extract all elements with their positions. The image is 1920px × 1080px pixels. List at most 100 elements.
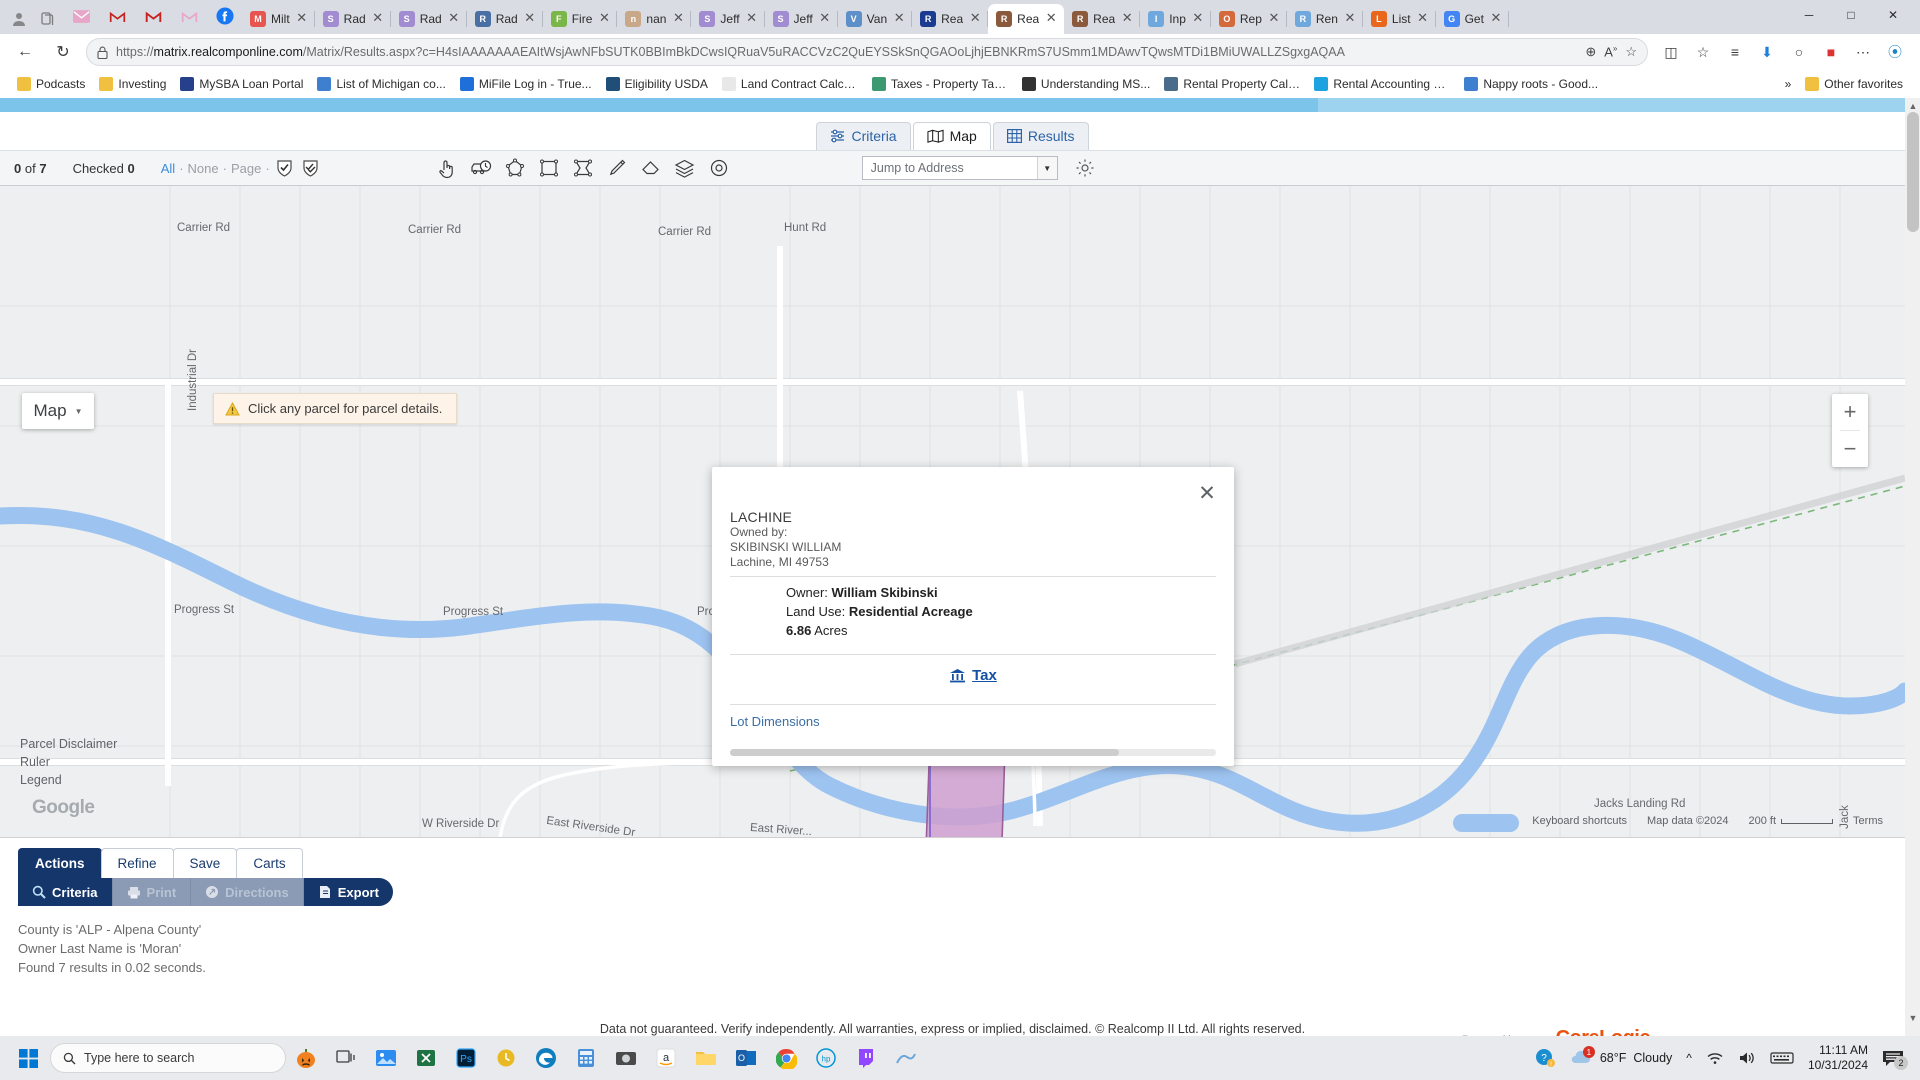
edge-icon[interactable]	[526, 1038, 566, 1078]
bookmark-item[interactable]: Nappy roots - Good...	[1457, 75, 1605, 93]
calculator-icon[interactable]	[566, 1038, 606, 1078]
bookmarks-overflow-button[interactable]: »	[1778, 75, 1799, 93]
tab-close-icon[interactable]: ✕	[671, 11, 685, 26]
bookmark-item[interactable]: Rental Accounting S...	[1307, 75, 1457, 93]
browser-tab[interactable]: R Rea ✕	[988, 4, 1065, 34]
select-none-link[interactable]: None	[188, 161, 219, 176]
browser-tab[interactable]: L List ✕	[1363, 4, 1436, 34]
halloween-icon[interactable]	[286, 1038, 326, 1078]
folder-icon[interactable]	[686, 1038, 726, 1078]
browser-tab[interactable]: S Jeff ✕	[765, 4, 838, 34]
pan-hand-icon[interactable]	[434, 155, 460, 181]
bookmark-item[interactable]: Eligibility USDA	[599, 75, 715, 93]
bookmark-item[interactable]: Investing	[92, 75, 173, 93]
ruler-link[interactable]: Ruler	[20, 753, 117, 771]
taskbar-clock[interactable]: 11:11 AM 10/31/2024	[1808, 1043, 1868, 1073]
other-favorites-button[interactable]: Other favorites	[1798, 75, 1910, 93]
outlook-icon[interactable]: O	[726, 1038, 766, 1078]
twitch-icon[interactable]	[846, 1038, 886, 1078]
checkmark-shield-all-icon[interactable]	[300, 157, 322, 179]
camera-icon[interactable]	[606, 1038, 646, 1078]
select-page-link[interactable]: Page	[231, 161, 261, 176]
pinned-tab-gmail-4[interactable]	[172, 2, 206, 30]
hp-icon[interactable]: hp	[806, 1038, 846, 1078]
help-icon[interactable]: ?!	[1535, 1048, 1555, 1068]
task-view-icon[interactable]	[326, 1038, 366, 1078]
browser-tab[interactable]: O Rep ✕	[1211, 4, 1287, 34]
pencil-icon[interactable]	[604, 155, 630, 181]
copilot-icon[interactable]: ⦿	[1880, 38, 1910, 66]
target-icon[interactable]	[706, 155, 732, 181]
tab-close-icon[interactable]: ✕	[1191, 11, 1205, 26]
taskbar-search[interactable]: Type here to search	[50, 1043, 286, 1073]
page-scrollbar[interactable]: ▲ ▼	[1905, 98, 1920, 1070]
criteria-button[interactable]: Criteria	[18, 878, 112, 906]
pinned-tab-gmail-1[interactable]	[64, 2, 98, 30]
tab-close-icon[interactable]: ✕	[745, 11, 759, 26]
zoom-in-button[interactable]: +	[1832, 394, 1868, 430]
tab-close-icon[interactable]: ✕	[447, 11, 461, 26]
close-icon[interactable]: ✕	[1194, 480, 1220, 506]
tab-close-icon[interactable]: ✕	[1489, 11, 1503, 26]
favorite-star-icon[interactable]: ☆	[1625, 44, 1637, 60]
tab-criteria[interactable]: Criteria	[816, 122, 911, 150]
tab-map[interactable]: Map	[912, 122, 991, 150]
bookmark-item[interactable]: MySBA Loan Portal	[173, 75, 310, 93]
chevron-down-icon[interactable]: ▼	[1036, 157, 1057, 179]
jump-to-address-input[interactable]: Jump to Address ▼	[861, 156, 1058, 180]
action-tab-actions[interactable]: Actions	[18, 848, 102, 878]
rectangle-icon[interactable]	[536, 155, 562, 181]
browser-essentials-icon[interactable]: ○	[1784, 38, 1814, 66]
tab-close-icon[interactable]: ✕	[1343, 11, 1357, 26]
start-button[interactable]	[6, 1038, 50, 1078]
bookmark-item[interactable]: Rental Property Calc...	[1157, 75, 1307, 93]
terms-link[interactable]: Terms	[1853, 815, 1883, 827]
browser-menu-icon[interactable]: ⋯	[1848, 38, 1878, 66]
favorites-icon[interactable]: ☆	[1688, 38, 1718, 66]
browser-tab[interactable]: S Jeff ✕	[691, 4, 765, 34]
browser-tab[interactable]: V Van ✕	[838, 4, 913, 34]
browser-tab[interactable]: R Rea ✕	[1064, 4, 1141, 34]
browser-tab[interactable]: I Inp ✕	[1140, 4, 1211, 34]
eraser-icon[interactable]	[638, 155, 664, 181]
maximize-button[interactable]: □	[1830, 2, 1872, 28]
browser-tab[interactable]: M Milt ✕	[242, 4, 315, 34]
chrome-icon[interactable]	[766, 1038, 806, 1078]
tab-close-icon[interactable]: ✕	[968, 11, 982, 26]
layers-icon[interactable]	[672, 155, 698, 181]
browser-tab[interactable]: S Rad ✕	[391, 4, 467, 34]
tab-close-icon[interactable]: ✕	[892, 11, 906, 26]
edit-icon[interactable]	[886, 1038, 926, 1078]
notification-center-icon[interactable]: 2	[1882, 1049, 1908, 1070]
collections-icon[interactable]: ≡	[1720, 38, 1750, 66]
browser-tab[interactable]: n nan ✕	[617, 4, 692, 34]
photoshop-icon[interactable]: Ps	[446, 1038, 486, 1078]
tab-close-icon[interactable]: ✕	[1044, 11, 1058, 26]
browser-tab[interactable]: R Rad ✕	[467, 4, 543, 34]
pinned-tab-facebook[interactable]	[208, 2, 242, 30]
pinned-tab-gmail-2[interactable]	[100, 2, 134, 30]
weather-widget[interactable]: 1 68°F Cloudy	[1569, 1046, 1672, 1067]
tax-link[interactable]: Tax	[949, 667, 997, 684]
pinned-tab-gmail-3[interactable]	[136, 2, 170, 30]
freeform-icon[interactable]	[570, 155, 596, 181]
wifi-icon[interactable]	[1706, 1051, 1724, 1065]
map-canvas[interactable]: Carrier Rd Carrier Rd Carrier Rd Hunt Rd Ind…	[0, 186, 1905, 838]
bookmark-item[interactable]: Taxes - Property Tax...	[865, 75, 1015, 93]
tab-close-icon[interactable]: ✕	[371, 11, 385, 26]
clock-icon[interactable]	[486, 1038, 526, 1078]
tab-close-icon[interactable]: ✕	[523, 11, 537, 26]
photos-icon[interactable]	[366, 1038, 406, 1078]
checkmark-shield-icon[interactable]	[274, 157, 296, 179]
bookmark-item[interactable]: Understanding MS...	[1015, 75, 1157, 93]
map-type-button[interactable]: Map ▼	[22, 393, 94, 429]
parcel-disclaimer-link[interactable]: Parcel Disclaimer	[20, 735, 117, 753]
tab-close-icon[interactable]: ✕	[818, 11, 832, 26]
tab-close-icon[interactable]: ✕	[1267, 11, 1281, 26]
legend-link[interactable]: Legend	[20, 771, 117, 789]
export-button[interactable]: Export	[304, 878, 393, 906]
keyboard-icon[interactable]	[1770, 1051, 1794, 1065]
excel-icon[interactable]	[406, 1038, 446, 1078]
volume-icon[interactable]	[1738, 1051, 1756, 1065]
bookmark-item[interactable]: Land Contract Calcu...	[715, 75, 865, 93]
